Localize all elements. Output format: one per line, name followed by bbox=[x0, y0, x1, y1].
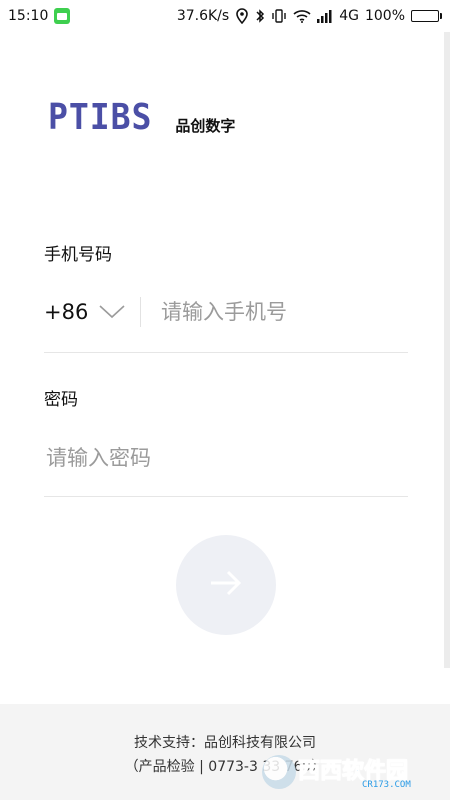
password-input[interactable] bbox=[44, 445, 408, 471]
app-icon bbox=[54, 8, 71, 24]
network-speed: 37.6K/s bbox=[176, 8, 230, 24]
divider bbox=[140, 297, 141, 327]
wifi-icon bbox=[293, 9, 311, 23]
login-screen: 15:10 37.6K/s 4G 100% PTIBS 品创数字 手机号码 +8… bbox=[0, 0, 450, 800]
footer-support: 技术支持：品创科技有限公司 bbox=[134, 735, 316, 751]
status-right: 37.6K/s 4G 100% bbox=[177, 8, 442, 24]
vibrate-icon bbox=[271, 8, 287, 24]
phone-input[interactable] bbox=[159, 299, 403, 325]
watermark-sub: CR173.COM bbox=[362, 780, 411, 790]
watermark-logo-icon bbox=[262, 755, 296, 789]
password-row bbox=[44, 436, 408, 480]
phone-underline bbox=[44, 352, 408, 353]
status-bar: 15:10 37.6K/s 4G 100% bbox=[0, 0, 450, 32]
status-time: 15:10 bbox=[8, 8, 49, 24]
scrollbar[interactable] bbox=[444, 32, 450, 668]
phone-label: 手机号码 bbox=[44, 245, 112, 265]
status-left: 15:10 bbox=[8, 8, 71, 24]
brand-name: 品创数字 bbox=[175, 117, 236, 135]
network-type: 4G bbox=[339, 8, 359, 24]
submit-button[interactable] bbox=[176, 535, 276, 635]
logo-mark: PTIBS bbox=[48, 97, 153, 138]
signal-icon bbox=[317, 9, 333, 23]
password-label: 密码 bbox=[44, 390, 78, 410]
chevron-down-icon[interactable] bbox=[98, 302, 126, 322]
watermark: 西西软件园 CR173.COM bbox=[262, 752, 432, 792]
brand-logo: PTIBS 品创数字 bbox=[48, 100, 235, 136]
arrow-right-icon bbox=[209, 570, 243, 600]
country-code[interactable]: +86 bbox=[44, 300, 88, 324]
password-underline bbox=[44, 496, 408, 497]
battery-percent: 100% bbox=[364, 8, 405, 24]
location-icon bbox=[235, 8, 249, 24]
bluetooth-icon bbox=[255, 8, 265, 24]
phone-row: +86 bbox=[44, 290, 408, 334]
battery-icon bbox=[411, 10, 442, 22]
